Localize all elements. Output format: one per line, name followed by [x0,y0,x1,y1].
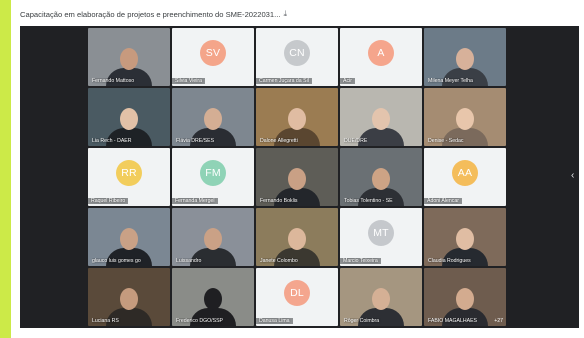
participant-name: Fernando Mattoso [92,78,135,84]
participant-name: Rôger Coimbra [344,318,380,324]
participant-tile[interactable]: Dalone Allegretti [256,88,338,146]
participant-name: FABIO MAGALHAES [428,318,478,324]
participant-name: Carmen Juçara da Sil [256,78,312,84]
participant-name: Silvia Vieira [172,78,206,84]
participant-tile[interactable]: Lia Rech - DAER [88,88,170,146]
participant-tile[interactable]: FM Fernanda Mergel [172,148,254,206]
participant-tile[interactable]: MT Marcio Teixeira [340,208,422,266]
participant-tile[interactable]: Tobias Tolentino - SE [340,148,422,206]
participant-name: Lia Rech - DAER [92,138,132,144]
participant-avatar: MT [368,219,394,246]
participant-tile[interactable]: AA Adoni Alencar [424,148,506,206]
participant-avatar: A [368,39,394,66]
participant-avatar: RR [116,159,142,186]
participant-tile[interactable]: Fernando Mattoso [88,28,170,86]
participant-tile[interactable]: Denise - Sedac [424,88,506,146]
participant-name: Dalone Allegretti [260,138,298,144]
window-title: Capacitação em elaboração de projetos e … [20,9,281,19]
participant-tile[interactable]: Milena Meyer Telha [424,28,506,86]
extra-participants-count[interactable]: +27 [494,318,503,324]
participant-name: Marcio Teixeira [340,258,381,264]
participant-name: Luciana RS [92,318,119,324]
participant-name: DUE/DRE [344,138,368,144]
participant-name: glauco luis gomes go [92,258,141,264]
participant-avatar: AA [452,159,478,186]
participant-name: Raquel Ribeiro [88,198,129,204]
participant-tile[interactable]: Frederico DGO/SSP [172,268,254,326]
participant-tile[interactable]: FABIO MAGALHAES +27 [424,268,506,326]
participant-name: Flávia DRE/SES [176,138,215,144]
participant-name: Adoni Alencar [424,198,463,204]
participant-tile[interactable]: CN Carmen Juçara da Sil [256,28,338,86]
participant-name: Luissandro [176,258,202,264]
participant-name: Tobias Tolentino - SE [344,198,393,204]
participant-tile[interactable]: Claudia Rodrigues [424,208,506,266]
participant-grid: Fernando Mattoso SV Silvia Vieira CN Carmen … [88,28,507,326]
participant-tile[interactable]: DL Danusa Lima [256,268,338,326]
window-title-bar: Capacitação em elaboração de projetos e … [20,7,287,21]
participant-avatar: SV [200,39,226,66]
participant-tile[interactable]: Flávia DRE/SES [172,88,254,146]
participant-name: Fernando Boklis [260,198,298,204]
participant-name: Frederico DGO/SSP [176,318,223,324]
participant-avatar: DL [284,279,310,306]
participant-name: Acir [340,78,355,84]
participant-tile[interactable]: Luissandro [172,208,254,266]
chevron-left-icon[interactable]: ‹ [571,170,581,181]
participant-tile[interactable]: DUE/DRE [340,88,422,146]
participant-tile[interactable]: A Acir [340,28,422,86]
participant-name: Danusa Lima [256,318,293,324]
participant-name: Denise - Sedac [428,138,464,144]
download-icon[interactable]: ⤓ [283,9,287,19]
participant-tile[interactable]: Janete Colombo [256,208,338,266]
participant-avatar: FM [200,159,226,186]
participant-tile[interactable]: glauco luis gomes go [88,208,170,266]
participant-name: Milena Meyer Telha [428,78,473,84]
participant-name: Claudia Rodrigues [428,258,471,264]
participant-tile[interactable]: Rôger Coimbra [340,268,422,326]
participant-tile[interactable]: SV Silvia Vieira [172,28,254,86]
participant-tile[interactable]: RR Raquel Ribeiro [88,148,170,206]
participant-name: Janete Colombo [260,258,298,264]
participant-avatar: CN [284,39,310,66]
participant-tile[interactable]: Fernando Boklis [256,148,338,206]
participant-tile[interactable]: Luciana RS [88,268,170,326]
participant-name: Fernanda Mergel [172,198,218,204]
